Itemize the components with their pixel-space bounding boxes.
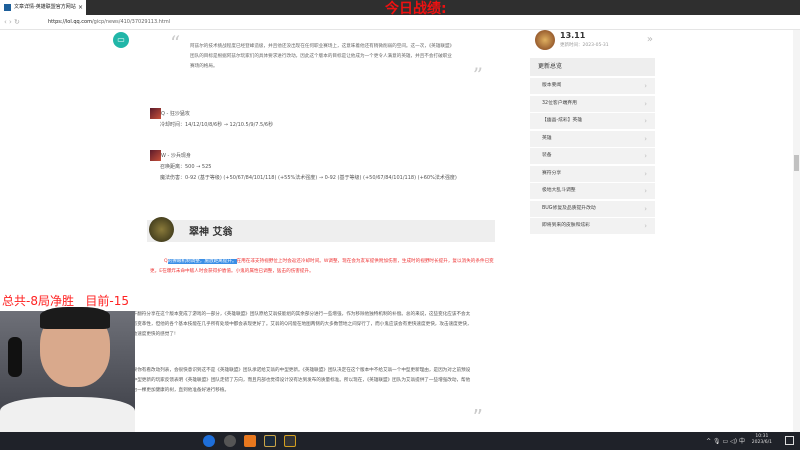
stream-overlay-title: 今日战绩: [385, 1, 447, 17]
chevron-right-icon: › [644, 134, 647, 143]
quote-block: “ 阿兹尔的技术挑战程度已经登峰造极，并且他还没出现在任何职业赛场上，这意味着他… [142, 30, 495, 92]
chevron-right-icon: › [644, 222, 647, 230]
sidebar-item[interactable]: 装备 › [530, 148, 655, 164]
sidebar-item[interactable]: 32位客户端弃用 › [530, 95, 655, 112]
tab-title: 文章详情-英雄联盟官方网站 [14, 4, 76, 10]
app-icon[interactable] [224, 435, 236, 447]
chevron-right-icon: › [644, 169, 647, 178]
app-icon[interactable] [284, 435, 296, 447]
quote-close-icon: ” [472, 405, 483, 429]
chevron-right-icon: › [644, 99, 647, 108]
skill-stat: 魔法伤害：0-92 (基于等级) (+50/67/84/101/118) (+5… [160, 175, 457, 181]
sidebar-item-label: 即将到来的皮肤和炫彩 [542, 223, 590, 228]
double-chevron-icon[interactable]: » [647, 34, 653, 45]
skill-stat: 召唤距离：500 → 525 [160, 164, 212, 170]
chevron-right-icon: › [644, 187, 647, 195]
stream-score-overlay: 总共-8局净胜 目前-15 [2, 294, 130, 308]
sidebar-item-label: 赛符分享 [542, 170, 562, 176]
skill-name: W - 沙兵现身 [161, 153, 191, 159]
url-path: /gicp/news/410/37029113.html [91, 19, 171, 25]
skill-q-icon [150, 108, 161, 119]
skill-q: Q - 狂沙猛攻 冷却时间：14/12/10/8/6秒 → 12/10.5/9/… [150, 108, 273, 131]
chevron-right-icon: › [644, 117, 647, 125]
sidebar-item[interactable]: 极地大乱斗调整 › [530, 183, 655, 199]
clock[interactable]: 10:31 2023/6/1 [752, 434, 772, 446]
streamer-shirt [0, 397, 135, 432]
quote-text: 阿兹尔的技术挑战程度已经登峰造极，并且他还没出现在任何职业赛场上，这意味着他还有… [190, 44, 455, 69]
url-field[interactable]: https://lol.qq.com/gicp/news/410/3702911… [48, 15, 170, 30]
sidebar-item-label: 极地大乱斗调整 [542, 188, 576, 193]
chevron-right-icon: › [644, 204, 647, 213]
sidebar-item[interactable]: 【幽晶-炫彩】英雄 › [530, 113, 655, 129]
sidebar-item-label: 32位客户端弃用 [542, 100, 577, 106]
streamer-hair [40, 307, 110, 329]
chevron-right-icon: › [644, 82, 647, 90]
champion-header: 翠神 艾翁 [147, 217, 495, 242]
sidebar-item[interactable]: 英雄 › [530, 130, 655, 147]
quote-close-icon: ” [472, 63, 483, 87]
champion-name: 翠神 艾翁 [189, 227, 233, 238]
sidebar-item[interactable]: 即将到来的皮肤和炫彩 › [530, 218, 655, 234]
sidebar-item-label: 英雄 [542, 135, 552, 141]
sidebar-item-label: BUG修复及品质提升改动 [542, 205, 596, 211]
version-avatar [535, 30, 555, 50]
webcam-overlay [0, 307, 135, 432]
article: “ 阿兹尔的技术挑战程度已经登峰造极，并且他还没出现在任何职业赛场上，这意味着他… [128, 30, 495, 429]
paragraph-2: 如果你有看改动列表，会很快意识到这不是《英雄联盟》团队承诺给艾翁的中型更新。《英… [128, 368, 471, 393]
version-card[interactable]: 13.11 更新时间：2023-05-31 » [530, 30, 655, 58]
version-number: 13.11 [560, 31, 586, 40]
edge-icon[interactable] [203, 435, 215, 447]
microphone [8, 337, 22, 377]
sidebar-item[interactable]: BUG修复及品质提升改动 › [530, 200, 655, 217]
sidebar-item[interactable]: 赛符分享 › [530, 165, 655, 182]
selected-text[interactable]: 的獠眼机制调整，施放距离提升。 [167, 259, 237, 264]
browser-tab[interactable]: 文章详情-英雄联盟官方网站 × [0, 0, 86, 15]
skill-stat: 冷却时间：14/12/10/8/6秒 → 12/10.5/9/7.5/6秒 [160, 122, 274, 128]
sidebar: 13.11 更新时间：2023-05-31 » 更新总览 版本要闻 › 32位客户端… [530, 30, 655, 236]
skill-w-icon [150, 150, 161, 161]
taskbar: ^ 🎙 ▭ ◁) 中 10:31 2023/6/1 [0, 432, 800, 450]
sidebar-item-label: 【幽晶-炫彩】英雄 [542, 118, 583, 123]
sidebar-header: 更新总览 [530, 58, 655, 76]
skill-name: Q - 狂沙猛攻 [161, 111, 190, 117]
notification-icon[interactable] [785, 436, 794, 445]
date: 2023/6/1 [751, 440, 772, 445]
sidebar-item[interactable]: 版本要闻 › [530, 78, 655, 94]
quote-open-icon: “ [170, 31, 181, 55]
lol-client-icon[interactable] [264, 435, 276, 447]
champion-avatar [149, 217, 174, 242]
lol-favicon-icon [4, 4, 11, 11]
close-tab-icon[interactable]: × [78, 0, 83, 15]
url-host: https://lol.qq.com [48, 19, 92, 25]
nav-buttons[interactable]: ‹ › ↻ [4, 15, 20, 30]
skill-w: W - 沙兵现身 召唤距离：500 → 525 魔法伤害：0-92 (基于等级)… [150, 150, 495, 184]
champion-summary: Q的獠眼机制调整，施放距离提升。在用在非支持视野位上时会返还冷却时间。W调整，现… [150, 257, 495, 277]
comment-icon[interactable]: ▭ [113, 32, 129, 48]
sidebar-item-label: 装备 [542, 153, 552, 158]
scrollbar-thumb[interactable] [794, 155, 799, 171]
paragraph-1: 由于翻符分享在这个版本变成了游戏的一部分，《英雄联盟》团队原给艾翁技能组的其余部… [128, 312, 472, 337]
chevron-right-icon: › [644, 152, 647, 160]
update-date: 更新时间：2023-05-31 [560, 43, 609, 48]
system-tray[interactable]: ^ 🎙 ▭ ◁) 中 [706, 436, 745, 445]
app-icon[interactable] [244, 435, 256, 447]
scrollbar[interactable] [793, 30, 800, 432]
sidebar-item-label: 版本要闻 [542, 83, 562, 88]
